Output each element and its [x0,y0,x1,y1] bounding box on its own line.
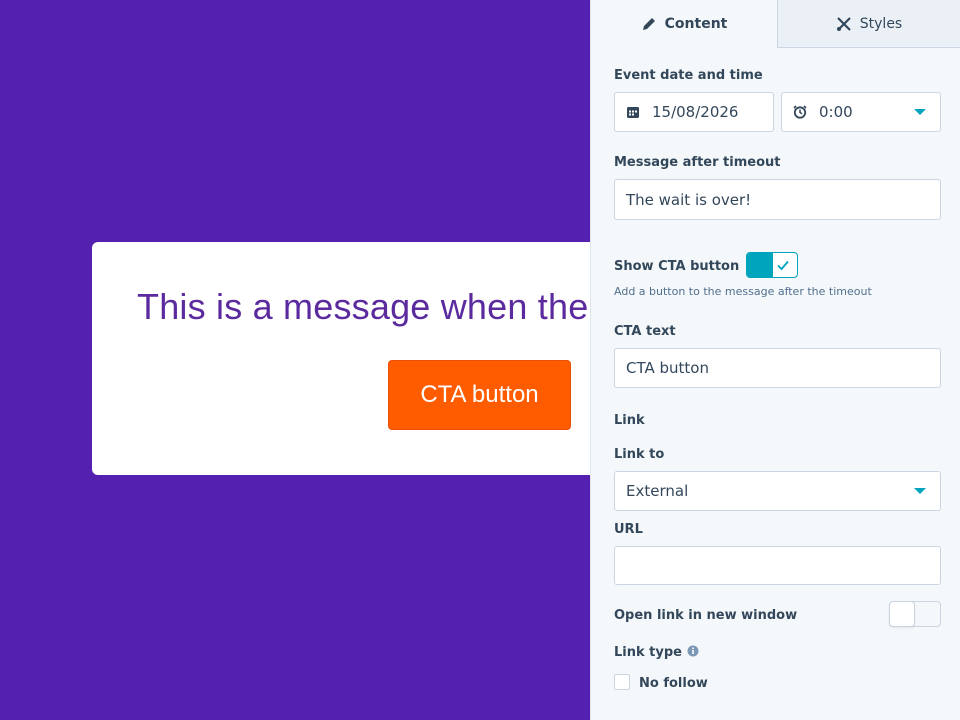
date-value: 15/08/2026 [652,103,739,121]
tab-content-label: Content [664,16,728,32]
url-input[interactable] [614,546,941,585]
timeout-message-input[interactable]: The wait is over! [614,179,941,220]
date-input[interactable]: 15/08/2026 [614,92,774,132]
tab-styles[interactable]: Styles [778,0,960,48]
toggle-fill [747,253,773,277]
new-window-label: Open link in new window [614,608,798,623]
tab-styles-label: Styles [859,15,903,32]
preview-canvas: This is a message when the timer runs ou… [0,0,590,720]
chevron-down-icon [914,488,926,494]
cta-preview-button[interactable]: CTA button [388,360,571,430]
link-type-label: Link type [614,645,682,660]
chevron-down-icon [914,109,926,115]
event-date-label: Event date and time [614,68,763,83]
calendar-icon [626,105,640,119]
toggle-knob [889,601,915,627]
url-label: URL [614,522,643,537]
brush-icon [836,16,851,31]
show-cta-toggle[interactable] [746,252,798,278]
link-to-value: External [626,482,689,500]
panel-tabs: Content Styles [591,0,960,48]
pencil-icon [642,18,655,30]
link-to-label: Link to [614,447,665,462]
check-icon [777,260,789,271]
timeout-message-label: Message after timeout [614,155,781,170]
cta-text-label: CTA text [614,324,676,339]
cta-text-input[interactable]: CTA button [614,348,941,388]
link-section-label: Link [614,413,645,428]
no-follow-label: No follow [639,676,708,691]
cta-text-value: CTA button [626,359,709,377]
no-follow-checkbox[interactable] [614,674,630,690]
time-select[interactable]: 0:00 [781,92,941,132]
link-to-select[interactable]: External [614,471,941,511]
show-cta-label: Show CTA button [614,259,740,274]
info-icon[interactable] [687,645,699,657]
show-cta-help: Add a button to the message after the ti… [614,285,872,298]
settings-panel: Content Styles Event date and time 15/08… [590,0,960,720]
timeout-message-text: This is a message when the timer runs ou… [137,286,590,327]
time-value: 0:00 [819,103,853,121]
message-card[interactable]: This is a message when the timer runs ou… [92,242,590,475]
tab-content[interactable]: Content [591,0,778,48]
timeout-message-value: The wait is over! [626,190,752,209]
new-window-toggle[interactable] [889,601,941,627]
alarm-clock-icon [793,105,807,119]
